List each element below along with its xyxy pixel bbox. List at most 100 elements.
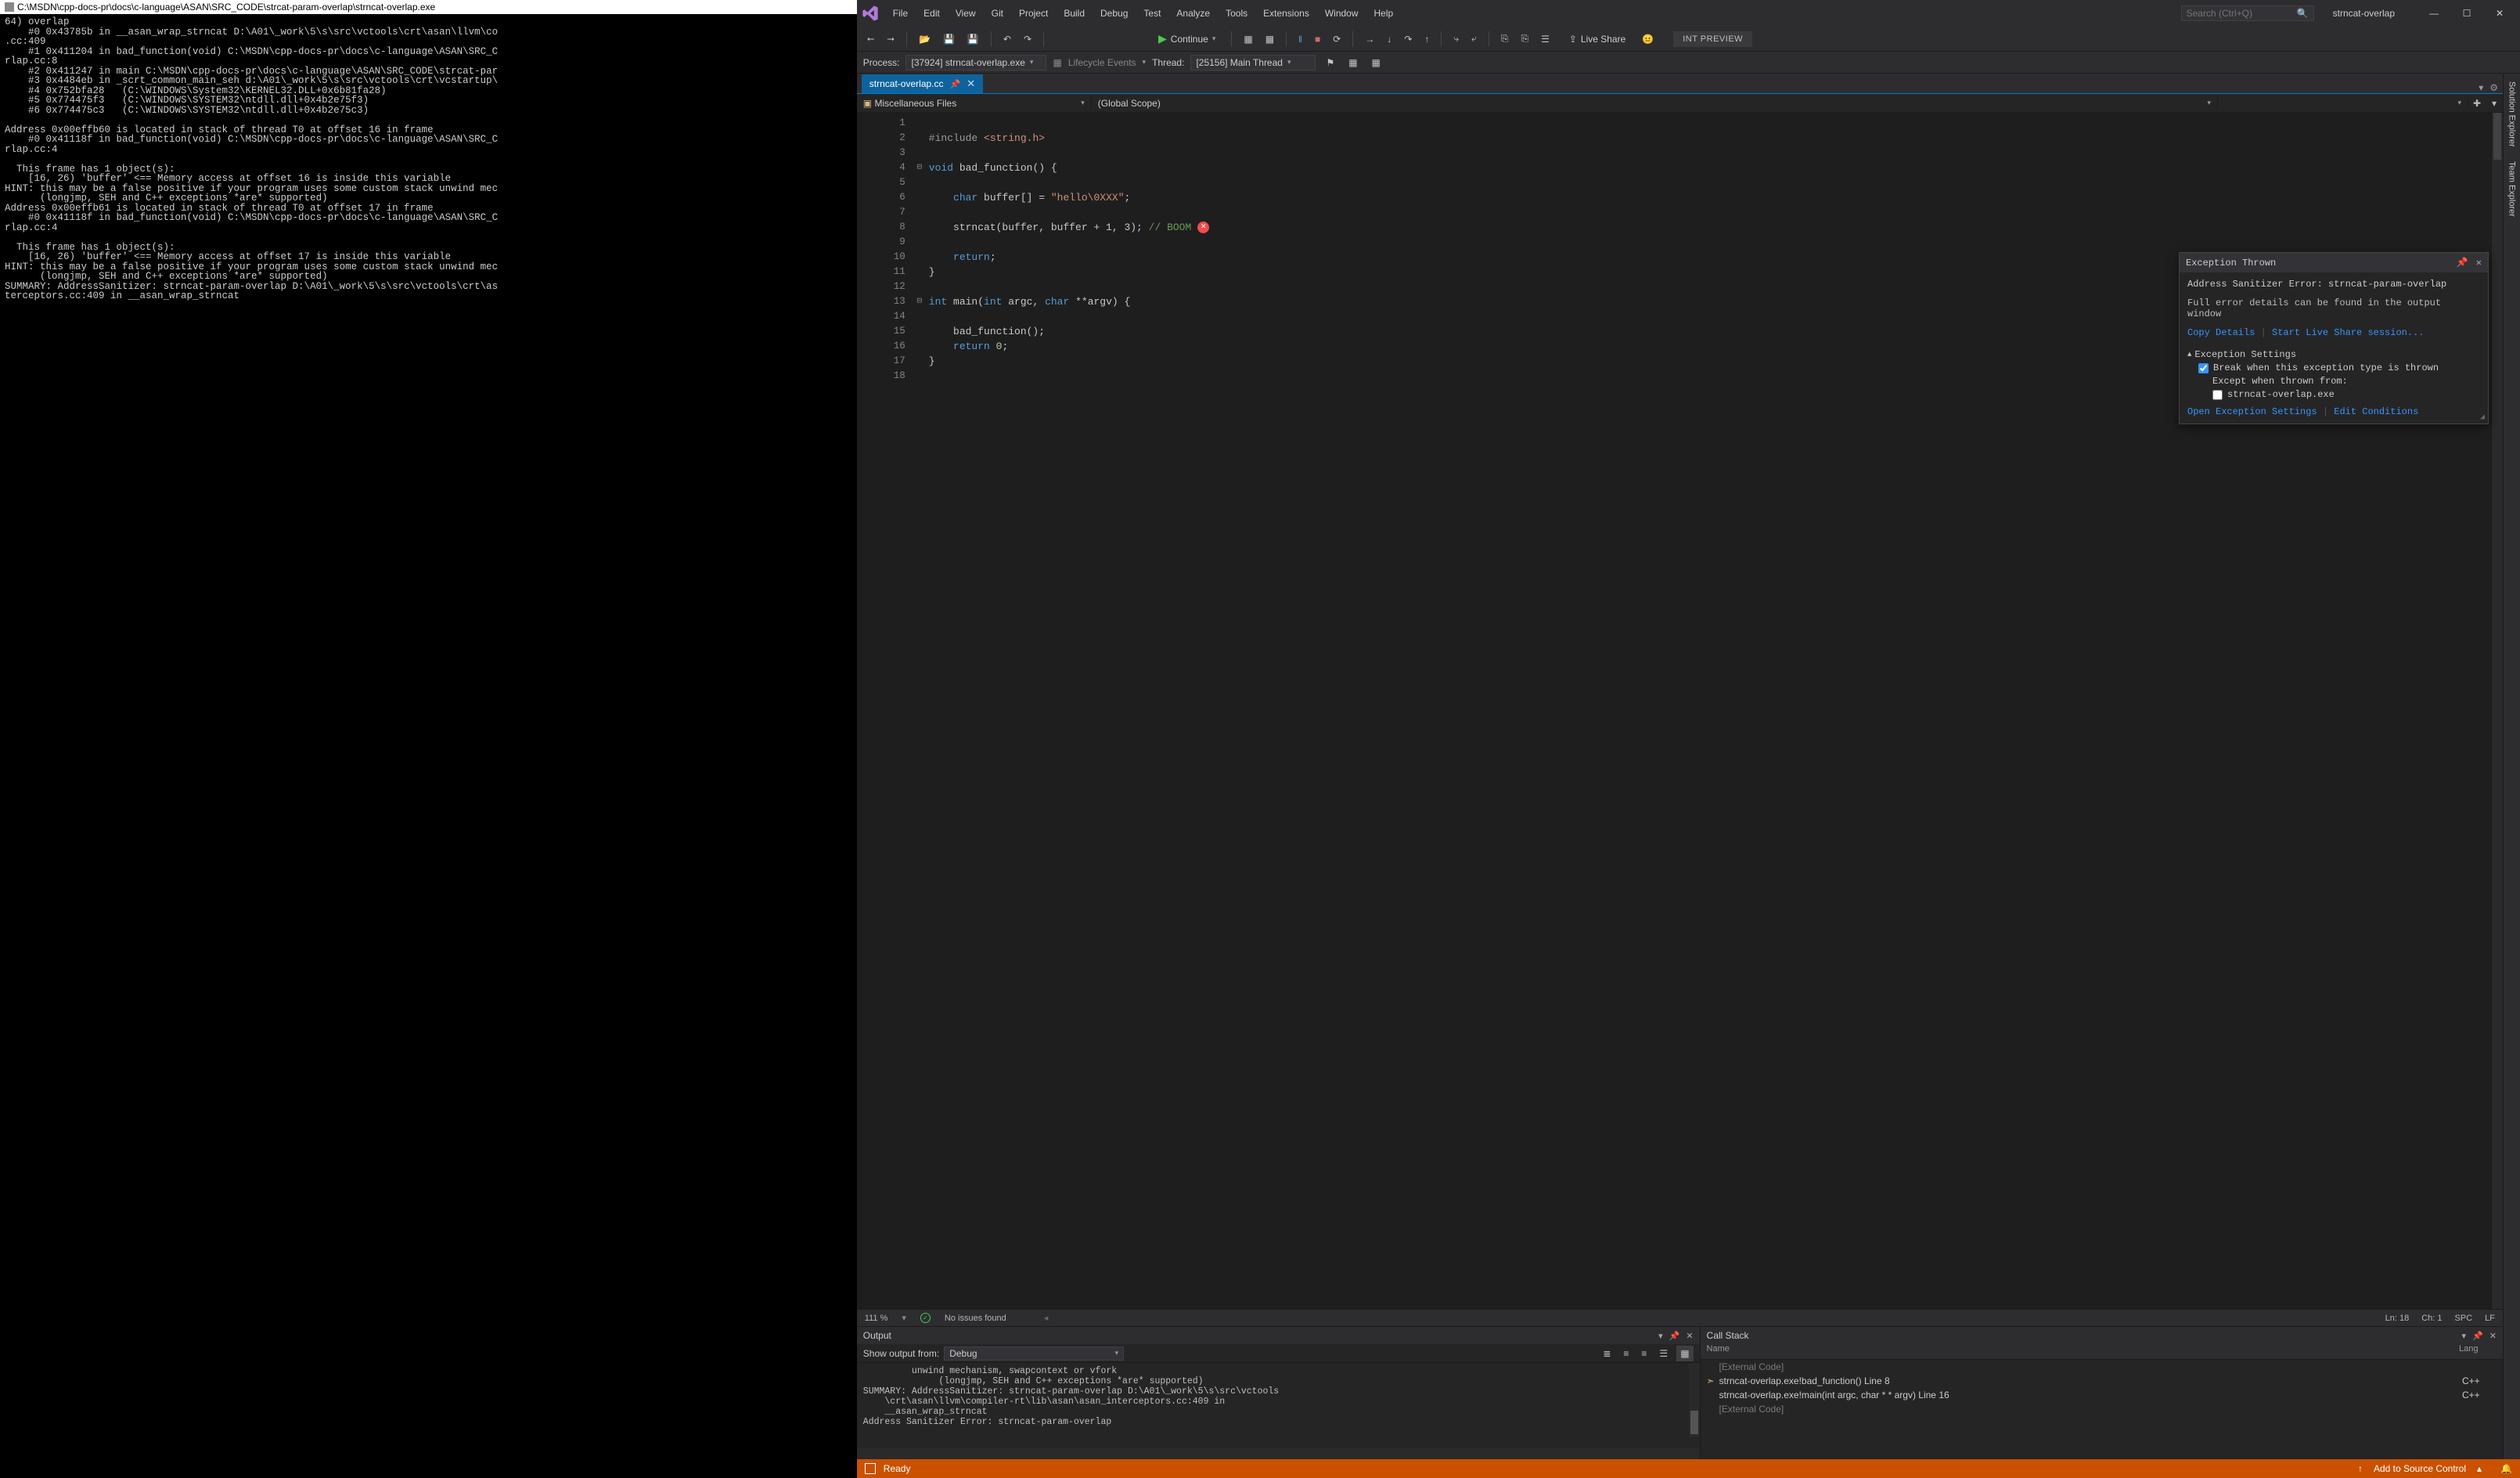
output-icon[interactable]: ≡ — [1619, 1346, 1633, 1361]
menu-git[interactable]: Git — [985, 5, 1010, 22]
menu-test[interactable]: Test — [1137, 5, 1167, 22]
callstack-body[interactable]: [External Code]strncat-overlap.exe!bad_f… — [1701, 1360, 2503, 1459]
toolbar-icon[interactable]: ☰ — [1537, 31, 1553, 47]
step-into-icon[interactable]: ↓ — [1383, 31, 1395, 47]
open-icon[interactable]: 📂 — [915, 31, 934, 47]
team-explorer-tab[interactable]: Team Explorer — [2507, 161, 2517, 217]
pin-icon[interactable]: 📌 — [2472, 1331, 2483, 1341]
dropdown-icon[interactable]: ▾ — [1658, 1331, 1663, 1341]
thread-icon[interactable]: ⚑ — [1322, 55, 1338, 70]
resize-grip-icon[interactable]: ◢ — [2480, 413, 2485, 422]
redo-icon[interactable]: ↷ — [1020, 31, 1035, 47]
toolbar-icon[interactable]: ▦ — [1262, 31, 1278, 47]
maximize-button[interactable]: ☐ — [2451, 2, 2482, 24]
dropdown-icon[interactable]: ▾ — [2462, 1331, 2467, 1341]
lifecycle-label[interactable]: Lifecycle Events — [1068, 57, 1136, 68]
break-icon[interactable]: ‖ — [1294, 31, 1306, 47]
menu-debug[interactable]: Debug — [1094, 5, 1134, 22]
pin-icon[interactable]: 📌 — [1669, 1331, 1680, 1341]
continue-button[interactable]: ▶ Continue ▾ — [1150, 30, 1223, 48]
line-ending[interactable]: LF — [2485, 1314, 2495, 1323]
console-titlebar[interactable]: C:\MSDN\cpp-docs-pr\docs\c-language\ASAN… — [0, 0, 857, 14]
tab-settings-icon[interactable]: ⚙ — [2489, 82, 2498, 93]
vs-logo-icon[interactable] — [862, 5, 879, 22]
process-select[interactable]: [37924] strncat-overlap.exe▾ — [905, 55, 1046, 70]
tab-menu-icon[interactable]: ▾ — [2479, 82, 2483, 93]
console-body[interactable]: 64) overlap #0 0x43785b in __asan_wrap_s… — [0, 14, 857, 1478]
publish-icon[interactable]: ↑ — [2358, 1463, 2363, 1474]
toolbar-icon[interactable]: ⎘ — [1517, 31, 1532, 47]
output-source-select[interactable]: Debug▾ — [944, 1346, 1124, 1361]
close-tab-icon[interactable]: ✕ — [967, 78, 975, 90]
callstack-header[interactable]: Name Lang — [1701, 1344, 2503, 1360]
save-icon[interactable]: 💾 — [939, 31, 959, 47]
restart-icon[interactable]: ⟳ — [1329, 31, 1345, 47]
nav-member[interactable]: ▾ — [2218, 99, 2468, 107]
step-out-icon[interactable]: ↑ — [1420, 31, 1433, 47]
pin-icon[interactable]: 📌 — [950, 79, 961, 89]
callstack-panel-head[interactable]: Call Stack ▾ 📌 ✕ — [1701, 1327, 2503, 1344]
open-exception-settings-link[interactable]: Open Exception Settings — [2187, 406, 2317, 417]
nav-fwd-icon[interactable]: ⭢ — [883, 31, 898, 47]
feedback-icon[interactable]: 😐 — [1638, 31, 1658, 47]
thread-icon[interactable]: ▦ — [1368, 55, 1384, 70]
menu-project[interactable]: Project — [1013, 5, 1054, 22]
exception-titlebar[interactable]: Exception Thrown 📌 ✕ — [2180, 253, 2488, 272]
output-icon[interactable]: ≣ — [1599, 1346, 1615, 1361]
add-source-control[interactable]: Add to Source Control — [2374, 1463, 2466, 1474]
zoom-level[interactable]: 111 % — [865, 1314, 888, 1323]
editor-scrollbar[interactable] — [2491, 113, 2503, 1309]
output-hscroll[interactable] — [857, 1448, 1700, 1459]
pin-icon[interactable]: 📌 — [2457, 257, 2468, 269]
cursor-char[interactable]: Ch: 1 — [2421, 1314, 2442, 1323]
minimize-button[interactable]: — — [2418, 2, 2450, 24]
menu-extensions[interactable]: Extensions — [1257, 5, 1316, 22]
toolbar-icon[interactable]: ⤷ — [1449, 31, 1463, 47]
save-all-icon[interactable]: 💾 — [963, 31, 983, 47]
toolbar-icon[interactable]: ▦ — [1240, 31, 1256, 47]
output-icon[interactable]: ▦ — [1676, 1346, 1693, 1361]
solution-explorer-tab[interactable]: Solution Explorer — [2507, 81, 2517, 147]
menu-view[interactable]: View — [949, 5, 982, 22]
close-button[interactable]: ✕ — [2484, 2, 2515, 24]
close-icon[interactable]: ✕ — [1686, 1331, 1693, 1341]
code-editor[interactable]: 123456789101112131415161718 ⊟⊟ #include … — [857, 113, 2503, 1309]
undo-icon[interactable]: ↶ — [999, 31, 1015, 47]
chevron-up-icon[interactable]: ▴ — [2477, 1463, 2482, 1474]
output-icon[interactable]: ≡ — [1637, 1346, 1651, 1361]
file-tab[interactable]: strncat-overlap.cc 📌 ✕ — [862, 74, 983, 93]
folding-gutter[interactable]: ⊟⊟ — [913, 113, 926, 1309]
split-icon[interactable]: ✚ — [2468, 98, 2486, 109]
callstack-row[interactable]: strncat-overlap.exe!main(int argc, char … — [1701, 1388, 2503, 1402]
start-liveshare-link[interactable]: Start Live Share session... — [2272, 327, 2424, 338]
live-share-button[interactable]: ⇪ Live Share — [1569, 34, 1625, 45]
menu-edit[interactable]: Edit — [917, 5, 946, 22]
notifications-icon[interactable]: 🔔 — [2500, 1463, 2512, 1474]
nav-back-icon[interactable]: ⭠ — [863, 31, 879, 47]
menu-analyze[interactable]: Analyze — [1170, 5, 1216, 22]
thread-select[interactable]: [25156] Main Thread▾ — [1190, 55, 1316, 70]
cursor-line[interactable]: Ln: 18 — [2385, 1314, 2410, 1323]
edit-conditions-link[interactable]: Edit Conditions — [2334, 406, 2418, 417]
close-icon[interactable]: ✕ — [2476, 257, 2482, 269]
nav-scope[interactable]: (Global Scope)▾ — [1092, 98, 2218, 109]
toolbar-icon[interactable]: ⎘ — [1497, 31, 1513, 47]
issues-text[interactable]: No issues found — [945, 1314, 1006, 1323]
step-over-icon[interactable]: ↷ — [1400, 31, 1416, 47]
output-scrollbar[interactable] — [1689, 1363, 1700, 1437]
toolbar-icon[interactable]: ⤶ — [1467, 31, 1481, 47]
indent-mode[interactable]: SPC — [2455, 1314, 2473, 1323]
dropdown-icon[interactable]: ▾ — [2486, 98, 2503, 109]
stop-icon[interactable]: ■ — [1311, 31, 1324, 47]
search-box[interactable]: 🔍 — [2181, 5, 2314, 21]
exception-settings-head[interactable]: ▲ Exception Settings — [2187, 349, 2480, 360]
menu-window[interactable]: Window — [1319, 5, 1365, 22]
output-panel-head[interactable]: Output ▾ 📌 ✕ — [857, 1327, 1700, 1344]
callstack-row[interactable]: strncat-overlap.exe!bad_function() Line … — [1701, 1374, 2503, 1388]
callstack-row[interactable]: [External Code] — [1701, 1360, 2503, 1374]
callstack-row[interactable]: [External Code] — [1701, 1402, 2503, 1416]
menu-build[interactable]: Build — [1057, 5, 1091, 22]
menu-help[interactable]: Help — [1368, 5, 1400, 22]
search-input[interactable] — [2187, 8, 2296, 19]
menu-tools[interactable]: Tools — [1219, 5, 1254, 22]
